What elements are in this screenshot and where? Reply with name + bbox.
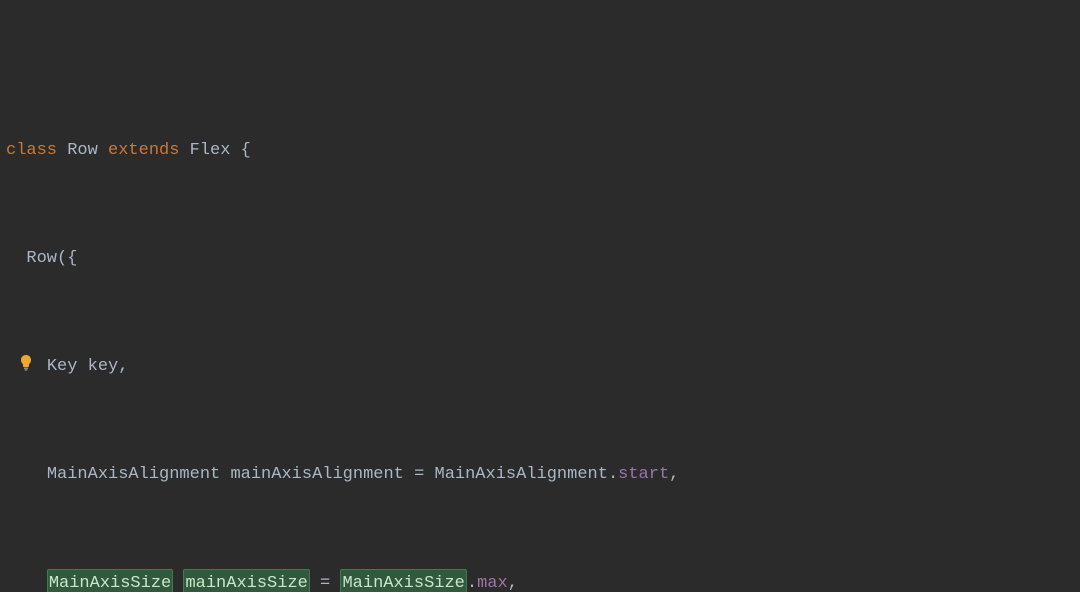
code-line: MainAxisAlignment mainAxisAlignment = Ma…: [0, 461, 1080, 488]
code-editor[interactable]: class Row extends Flex { Row({ Key key, …: [0, 0, 1080, 592]
code-line: MainAxisSize mainAxisSize = MainAxisSize…: [0, 569, 1080, 592]
search-highlight: mainAxisSize: [183, 569, 309, 592]
code-line: class Row extends Flex {: [0, 137, 1080, 164]
search-highlight: MainAxisSize: [340, 569, 466, 592]
search-highlight: MainAxisSize: [47, 569, 173, 592]
code-line: Row({: [0, 245, 1080, 272]
code-line: Key key,: [0, 353, 1080, 380]
lightbulb-icon[interactable]: [16, 299, 36, 319]
